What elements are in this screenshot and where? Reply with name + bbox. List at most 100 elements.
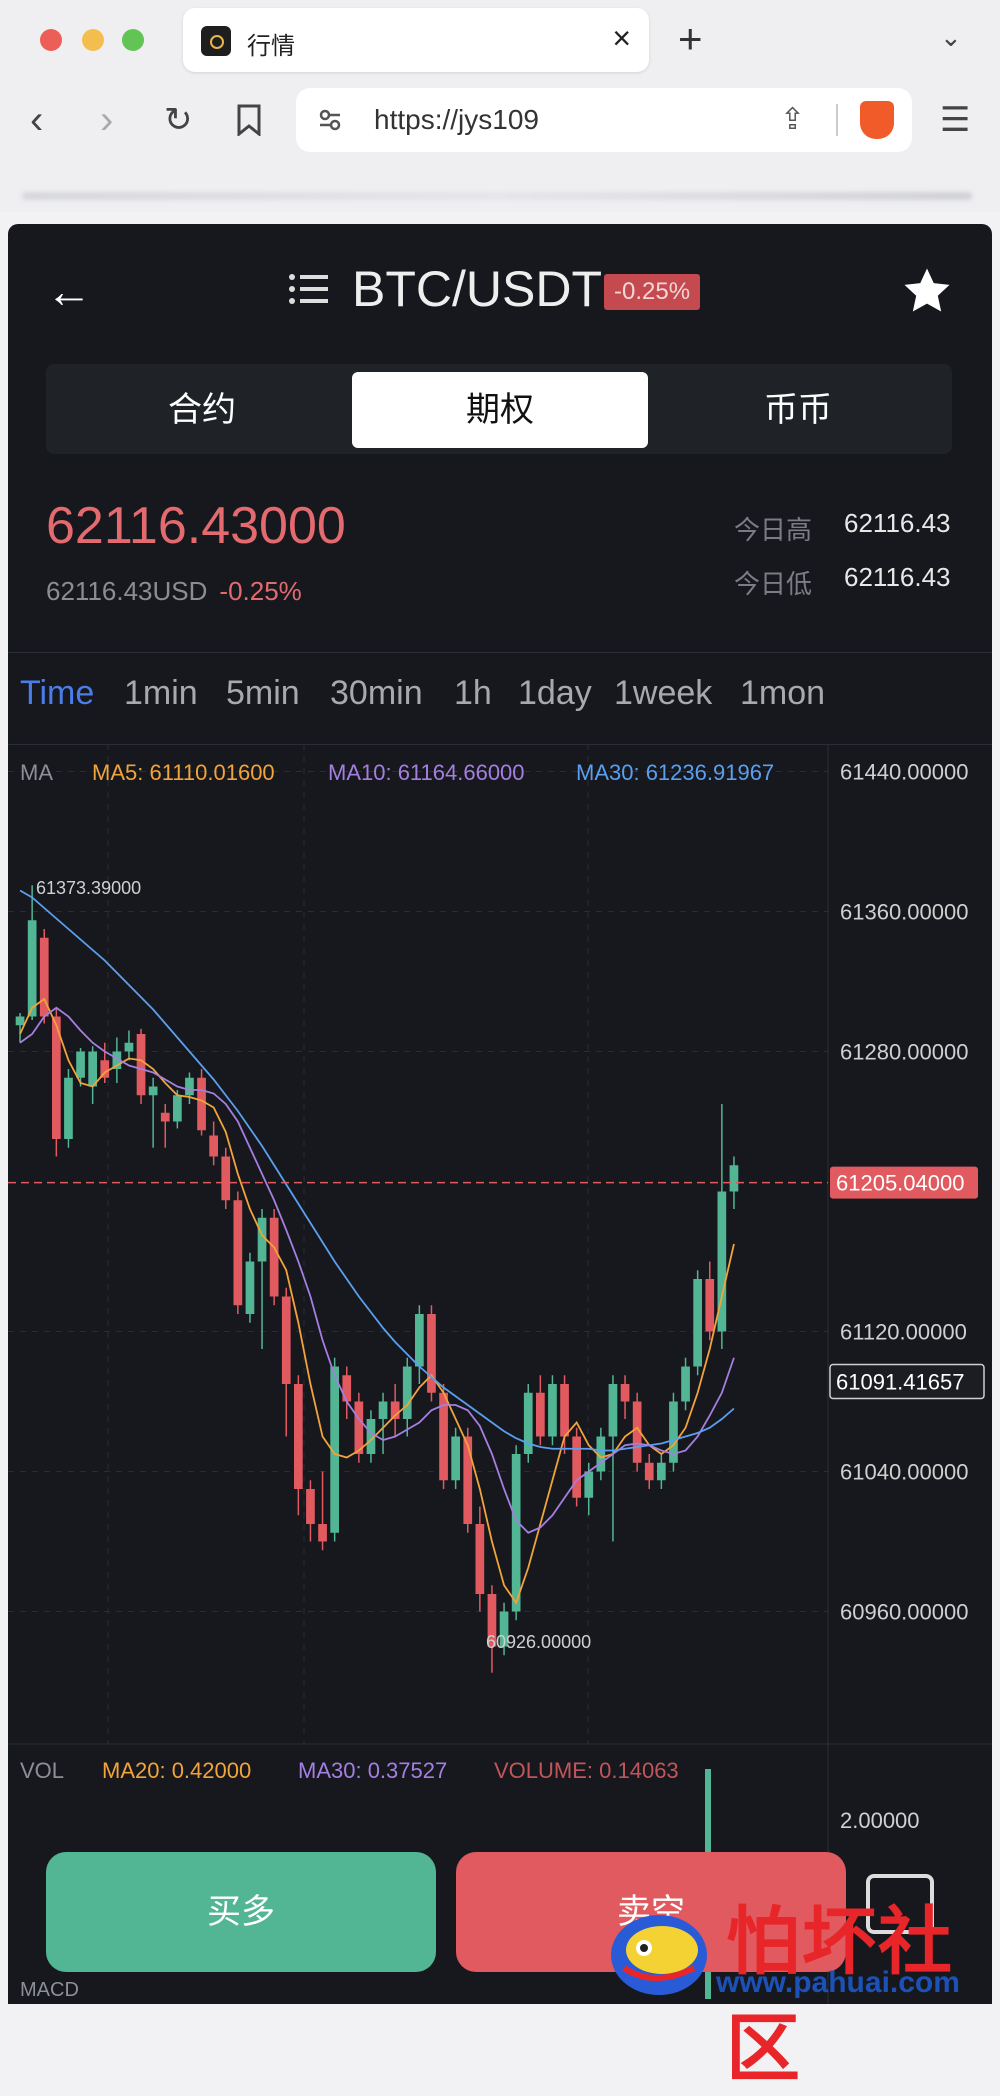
ma10-label: MA10: 61164.66000 <box>328 760 525 785</box>
tab-options[interactable]: 期权 <box>352 372 648 448</box>
bookmark-icon[interactable] <box>236 104 262 136</box>
address-bar[interactable]: https://jys109 ⇪ <box>296 88 912 152</box>
candle-body <box>608 1384 618 1437</box>
timeframe-1h[interactable]: 1h <box>454 674 492 713</box>
brave-shield-icon[interactable] <box>860 101 894 139</box>
url-text[interactable]: https://jys109 <box>374 104 539 136</box>
favorite-star-icon[interactable] <box>900 264 954 318</box>
timeframe-5min[interactable]: 5min <box>226 674 300 713</box>
timeframe-1day[interactable]: 1day <box>518 674 592 713</box>
timeframe-time[interactable]: Time <box>20 674 94 713</box>
candle-body <box>293 1384 303 1489</box>
tab-contract[interactable]: 合约 <box>54 372 350 448</box>
price-subline: 62116.43USD -0.25% <box>46 576 302 607</box>
candle-body <box>197 1077 206 1131</box>
forward-icon[interactable]: › <box>100 98 113 142</box>
ma5-line <box>19 997 735 1605</box>
candle-body <box>209 1135 219 1157</box>
macd-label: MACD <box>20 1979 79 2001</box>
close-tab-button[interactable]: × <box>612 20 631 57</box>
candle-body <box>27 920 37 1017</box>
candle-body <box>463 1436 473 1524</box>
divider <box>8 652 992 653</box>
today-low-value: 62116.43 <box>844 562 951 592</box>
timeframe-1mon[interactable]: 1mon <box>740 674 825 713</box>
cursor-price-tag: 61091.41657 <box>836 1370 964 1395</box>
back-icon[interactable]: ‹ <box>30 98 43 142</box>
candle-body <box>402 1366 412 1419</box>
ma30-label: MA30: 61236.91967 <box>576 760 774 785</box>
candle-body <box>572 1436 582 1498</box>
y-tick-label: 61440.00000 <box>840 760 968 785</box>
candle-body <box>729 1165 739 1192</box>
menu-icon[interactable]: ☰ <box>940 100 970 140</box>
y-tick-label: 61120.00000 <box>840 1320 967 1345</box>
reload-icon[interactable]: ↻ <box>164 98 193 142</box>
buy-long-button[interactable]: 买多 <box>46 1852 436 1972</box>
watermark-logo <box>611 1915 707 1995</box>
y-tick-label: 60960.00000 <box>840 1600 968 1625</box>
candle-body <box>681 1366 690 1402</box>
new-tab-button[interactable]: + <box>678 14 703 64</box>
tab-spot[interactable]: 币币 <box>650 372 946 448</box>
watermark-url: www.pahuai.com <box>716 1966 960 1999</box>
maximize-window-button[interactable] <box>122 29 144 51</box>
today-high-label: 今日高 <box>734 515 813 545</box>
candle-body <box>221 1156 231 1201</box>
tab-list-chevron-icon[interactable]: ⌄ <box>940 22 962 53</box>
url-separator <box>836 104 838 136</box>
close-window-button[interactable] <box>40 29 62 51</box>
candle-body <box>245 1261 255 1314</box>
candle-body <box>705 1279 715 1332</box>
candle-body <box>306 1489 315 1524</box>
candle-body <box>656 1462 666 1481</box>
timeframe-30min[interactable]: 30min <box>330 674 423 713</box>
trading-app: ← BTC/USDT -0.25% 合约 期权 币币 62116.43000 6… <box>8 224 992 2004</box>
ma10-line <box>19 1006 735 1534</box>
blurred-bookmarks-bar <box>22 192 972 200</box>
y-tick-label: 61360.00000 <box>840 900 968 925</box>
vol-volume-label: VOLUME: 0.14063 <box>494 1758 679 1783</box>
y-tick-label: 61040.00000 <box>840 1460 968 1485</box>
site-settings-icon[interactable] <box>316 106 344 134</box>
browser-tab[interactable]: 行情 × <box>183 8 649 72</box>
candle-body <box>136 1034 146 1096</box>
candle-body <box>342 1375 352 1402</box>
market-type-tabs: 合约 期权 币币 <box>46 364 952 454</box>
pair-title[interactable]: BTC/USDT <box>352 260 602 318</box>
ma-label: MA <box>20 760 53 785</box>
candlestick-chart[interactable]: MA MA5: 61110.01600 MA10: 61164.66000 MA… <box>8 744 992 2004</box>
candle-body <box>76 1051 85 1078</box>
browser-chrome: 行情 × + ⌄ ‹ › ↻ https://jys109 ⇪ ☰ <box>0 0 1000 212</box>
price-markers: 61205.04000 61091.41657 <box>8 1166 985 1400</box>
tab-title: 行情 <box>247 33 295 60</box>
candle-body <box>88 1051 98 1087</box>
vol-y-tick: 2.00000 <box>840 1808 920 1833</box>
timeframe-1min[interactable]: 1min <box>124 674 198 713</box>
vol-ma30-label: MA30: 0.37527 <box>298 1758 447 1783</box>
vol-label: VOL <box>20 1758 64 1783</box>
candle-body <box>281 1296 291 1384</box>
candle-body <box>560 1384 569 1437</box>
candle-body <box>15 1016 25 1026</box>
candle-body <box>257 1217 267 1262</box>
candle-body <box>269 1217 279 1297</box>
candle-body <box>414 1314 424 1367</box>
price-change: -0.25% <box>219 576 302 606</box>
candle-body <box>548 1384 557 1437</box>
back-arrow-icon[interactable]: ← <box>46 264 92 318</box>
timeframe-1week[interactable]: 1week <box>614 674 712 713</box>
pair-list-icon[interactable] <box>288 272 328 306</box>
share-icon[interactable]: ⇪ <box>780 102 805 137</box>
candle-body <box>354 1401 364 1454</box>
y-tick-label: 61280.00000 <box>840 1040 968 1065</box>
site-favicon-icon <box>201 26 231 56</box>
candle-body <box>620 1384 630 1402</box>
candle-body <box>644 1462 654 1481</box>
minimize-window-button[interactable] <box>82 29 104 51</box>
candle-body <box>172 1095 182 1122</box>
ma-lines <box>19 889 735 1605</box>
pair-change-badge: -0.25% <box>604 274 701 310</box>
candle-body <box>233 1200 243 1306</box>
last-price: 62116.43000 <box>46 497 346 555</box>
